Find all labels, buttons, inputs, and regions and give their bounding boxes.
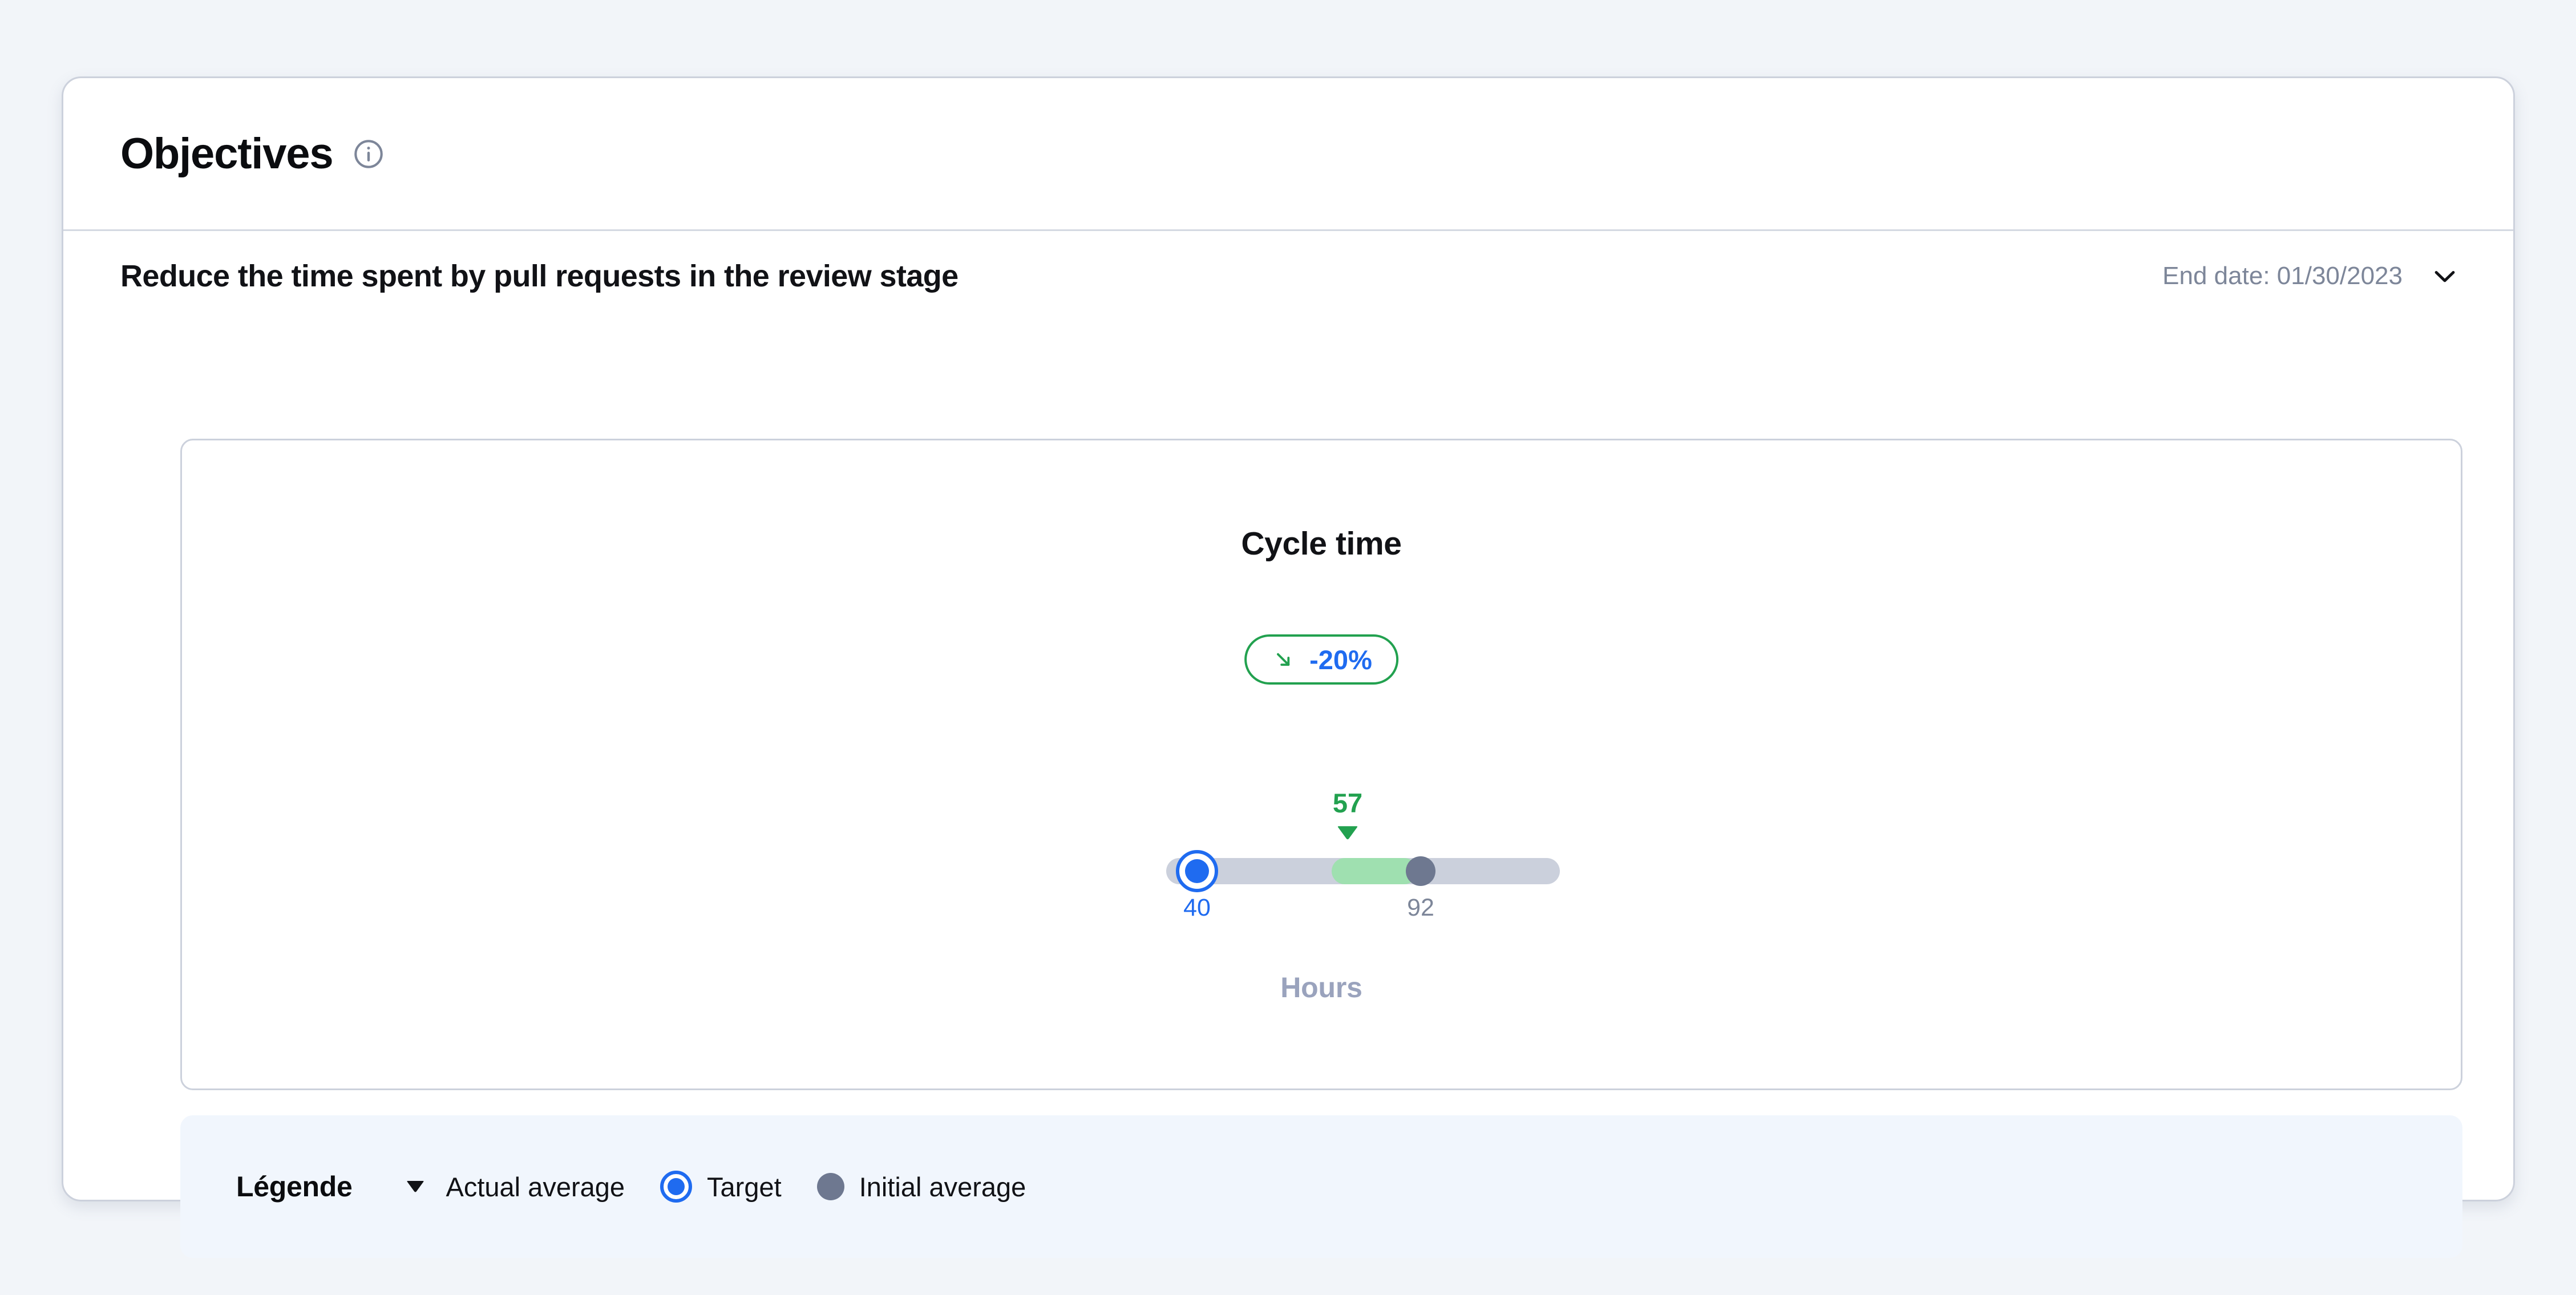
arrow-down-right-icon	[1271, 647, 1296, 672]
delta-badge: -20%	[1244, 634, 1398, 685]
target-ring-marker[interactable]	[1176, 850, 1218, 892]
page-title: Objectives	[120, 129, 334, 178]
target-value-label: 40	[1183, 894, 1211, 921]
actual-average-value: 57	[1332, 788, 1363, 818]
caret-down-marker-icon	[399, 1171, 431, 1203]
metric-title: Cycle time	[1241, 525, 1402, 562]
delta-value: -20%	[1309, 644, 1372, 675]
ring-marker-icon	[660, 1171, 693, 1203]
solid-dot-marker-icon	[816, 1173, 844, 1200]
legend-title: Légende	[236, 1171, 353, 1203]
caret-down-marker-icon	[1332, 825, 1364, 840]
legend-item-target[interactable]: Target	[660, 1171, 782, 1203]
legend-item-initial-average[interactable]: Initial average	[816, 1171, 1026, 1203]
legend-bar: Légende Actual average Target Initial av…	[180, 1115, 2462, 1258]
legend-label: Actual average	[446, 1171, 625, 1202]
legend-label: Initial average	[859, 1171, 1026, 1202]
info-circle-icon[interactable]	[352, 137, 385, 171]
cycle-time-gauge[interactable]: 57 40 92	[1166, 790, 1560, 938]
card-header: Objectives	[63, 78, 2513, 231]
legend-label: Target	[707, 1171, 782, 1202]
gauge-range-fill	[1332, 858, 1417, 884]
objective-title: Reduce the time spent by pull requests i…	[120, 259, 959, 293]
chevron-down-icon[interactable]	[2429, 260, 2461, 292]
legend-item-actual-average[interactable]: Actual average	[399, 1171, 625, 1203]
objective-row[interactable]: Reduce the time spent by pull requests i…	[63, 231, 2513, 321]
initial-average-dot	[1406, 856, 1435, 886]
unit-label: Hours	[1280, 972, 1362, 1003]
legend-items: Actual average Target Initial average	[399, 1171, 1026, 1203]
end-date-label: End date: 01/30/2023	[2162, 262, 2403, 290]
initial-average-value-label: 92	[1407, 894, 1434, 921]
cycle-time-metric: Cycle time -20% 57 40 92 Hours	[182, 440, 2461, 1088]
objectives-card: Objectives Reduce the time spent by pull…	[62, 76, 2515, 1258]
metric-chart-panel: Cycle time -20% 57 40 92 Hours	[180, 439, 2462, 1090]
objective-meta: End date: 01/30/2023	[2162, 260, 2461, 292]
actual-average-marker-group: 57	[1332, 790, 1364, 840]
